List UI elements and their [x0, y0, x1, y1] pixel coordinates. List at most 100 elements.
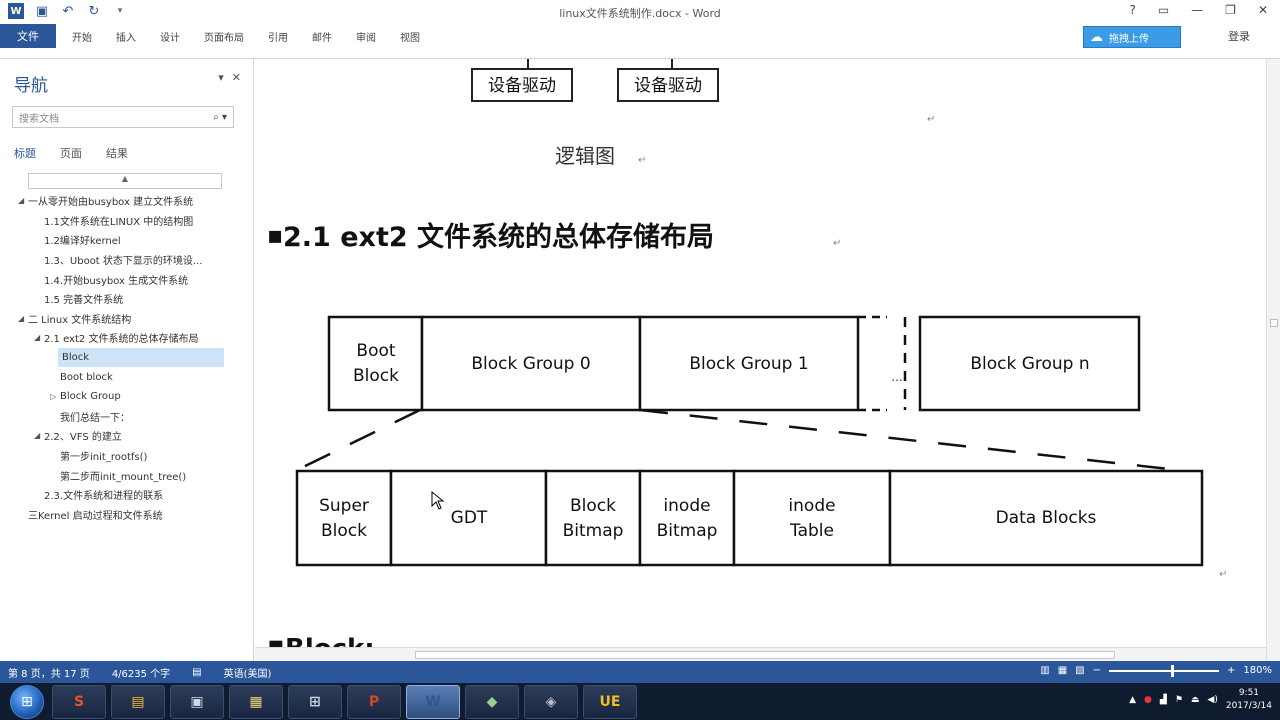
read-mode-icon[interactable]: ▥	[1040, 665, 1049, 676]
paragraph-mark: ↵	[1219, 569, 1227, 580]
nav-heading-label: 第二步而init_mount_tree()	[60, 471, 187, 483]
start-button[interactable]: ⊞	[10, 684, 44, 719]
nav-scroll-up-button[interactable]: ▲	[28, 173, 222, 189]
nav-tab-pages[interactable]: 页面	[60, 145, 82, 161]
nav-tab-results[interactable]: 结果	[106, 145, 128, 161]
print-layout-icon[interactable]: ▦	[1058, 665, 1067, 676]
nav-heading-item[interactable]: Block	[58, 347, 224, 368]
minimize-button[interactable]: —	[1191, 3, 1203, 17]
horizontal-scrollbar[interactable]	[255, 647, 1266, 661]
taskbar-app-explorer-folder[interactable]: ▤	[111, 684, 165, 719]
nav-heading-item[interactable]: 三Kernel 启动过程和文件系统	[0, 505, 254, 525]
ribbon-display-button[interactable]: ▭	[1158, 3, 1169, 17]
close-button[interactable]: ✕	[1258, 3, 1268, 17]
taskbar-app-video[interactable]: ▣	[170, 684, 224, 719]
tab-mailings[interactable]: 邮件	[312, 29, 332, 44]
nav-heading-item[interactable]: ▷ Block Group	[0, 387, 254, 407]
taskbar-app-file-manager[interactable]: ▦	[229, 684, 283, 719]
tray-flag-icon[interactable]: ▲	[1129, 695, 1136, 705]
tray-app-icon[interactable]: ●	[1144, 695, 1152, 705]
scrollbar-thumb[interactable]	[1270, 319, 1278, 327]
collapse-arrow-icon[interactable]: ◢	[34, 431, 44, 440]
tab-file[interactable]: 文件	[0, 24, 56, 48]
vertical-scrollbar[interactable]	[1266, 59, 1280, 661]
document-area[interactable]: 设备驱动 设备驱动 ↵ 逻辑图 ↵ ▪ 2.1 ext2 文件系统的总体存储布局…	[255, 59, 1266, 661]
nav-options-icon[interactable]: ▾	[218, 71, 224, 84]
boot-block-label-2: Block	[353, 366, 399, 386]
block-bitmap-cell	[544, 469, 642, 567]
tab-home[interactable]: 开始	[72, 29, 92, 44]
nav-search-placeholder: 搜索文档	[19, 113, 59, 125]
help-button[interactable]: ?	[1129, 3, 1135, 17]
sign-in-link[interactable]: 登录	[1228, 28, 1250, 44]
heading-bullet: ▪	[267, 221, 283, 249]
nav-tabs: 标题 页面 结果	[14, 145, 128, 161]
nav-heading-item[interactable]: 1.1文件系统在LINUX 中的结构图	[0, 211, 254, 231]
nav-heading-item[interactable]: 1.3、Uboot 状态下显示的环境设...	[0, 250, 254, 270]
nav-heading-item[interactable]: 第二步而init_mount_tree()	[0, 465, 254, 485]
collapse-arrow-icon[interactable]: ◢	[18, 314, 28, 323]
restore-button[interactable]: ❐	[1225, 3, 1236, 17]
language-indicator[interactable]: 英语(美国)	[224, 665, 272, 680]
nav-heading-item[interactable]: 1.4.开始busybox 生成文件系统	[0, 269, 254, 289]
nav-heading-item[interactable]: 第一步init_rootfs()	[0, 446, 254, 466]
clock-date: 2017/3/14	[1225, 701, 1272, 711]
zoom-slider[interactable]	[1109, 664, 1220, 677]
nav-tab-headings[interactable]: 标题	[14, 145, 36, 161]
nav-heading-item[interactable]: ◢ 2.1 ext2 文件系统的总体存储布局	[0, 328, 254, 348]
taskbar-app-network[interactable]: ⊞	[288, 684, 342, 719]
taskbar-app-powerpoint[interactable]: P	[347, 684, 401, 719]
nav-heading-label: Boot block	[60, 371, 113, 383]
zoom-out-button[interactable]: −	[1093, 665, 1101, 676]
nav-heading-item[interactable]: ◢ 2.2、VFS 的建立	[0, 426, 254, 446]
tab-review[interactable]: 审阅	[356, 29, 376, 44]
taskbar-app-word[interactable]: W	[406, 684, 460, 719]
tab-view[interactable]: 视图	[400, 29, 420, 44]
nav-search-input[interactable]: 搜索文档 ⌕ ▾	[12, 106, 234, 128]
zoom-in-button[interactable]: +	[1227, 665, 1235, 676]
system-tray: ▲ ● ▟ ⚑ ⏏ ◀) 9:51 2017/3/14	[1129, 687, 1272, 713]
nav-heading-label: 第一步init_rootfs()	[60, 452, 148, 464]
nav-heading-item[interactable]: Boot block	[0, 367, 254, 387]
nav-heading-item[interactable]: 1.2编译好kernel	[0, 230, 254, 250]
block-bitmap-label-1: Block	[570, 496, 616, 516]
taskbar-app-sogou[interactable]: S	[52, 684, 106, 719]
tab-references[interactable]: 引用	[268, 29, 288, 44]
word-count[interactable]: 4/6235 个字	[112, 665, 170, 680]
search-icon[interactable]: ⌕ ▾	[213, 112, 227, 123]
web-layout-icon[interactable]: ▧	[1075, 665, 1084, 676]
nav-heading-item[interactable]: 1.5 完善文件系统	[0, 289, 254, 309]
tab-insert[interactable]: 插入	[116, 29, 136, 44]
nav-heading-item[interactable]: 我们总结一下：	[0, 407, 254, 427]
zoom-level[interactable]: 180%	[1243, 665, 1272, 676]
expand-arrow-icon[interactable]: ▷	[50, 392, 60, 401]
vm-icon: ◆	[486, 693, 498, 710]
cloud-upload-button[interactable]: ☁ 拖拽上传	[1083, 26, 1181, 48]
tray-network-icon[interactable]: ▟	[1160, 695, 1167, 705]
tray-security-icon[interactable]: ⚑	[1175, 695, 1183, 705]
ultraedit-icon: UE	[599, 693, 621, 710]
clock[interactable]: 9:51 2017/3/14	[1226, 687, 1272, 713]
nav-heading-item[interactable]: ◢ 二 Linux 文件系统结构	[0, 309, 254, 329]
horizontal-scrollbar-thumb[interactable]	[415, 651, 1115, 659]
taskbar-app-vm[interactable]: ◆	[465, 684, 519, 719]
nav-heading-label: 一从零开始由busybox 建立文件系统	[28, 197, 194, 209]
tab-design[interactable]: 设计	[160, 29, 180, 44]
nav-close-icon[interactable]: ✕	[232, 71, 241, 84]
block-group-1-label: Block Group 1	[689, 354, 808, 374]
nav-heading-item[interactable]: 2.3.文件系统和进程的联系	[0, 485, 254, 505]
page-count[interactable]: 第 8 页，共 17 页	[8, 665, 90, 680]
zoom-slider-knob[interactable]	[1170, 664, 1174, 677]
tab-layout[interactable]: 页面布局	[204, 29, 244, 44]
nav-heading-label: 2.1 ext2 文件系统的总体存储布局	[44, 334, 199, 346]
taskbar-app-ultraedit[interactable]: UE	[583, 684, 637, 719]
nav-heading-item[interactable]: ◢ 一从零开始由busybox 建立文件系统	[0, 191, 254, 211]
expansion-line-right	[639, 408, 1170, 471]
tray-usb-icon[interactable]: ⏏	[1191, 695, 1200, 705]
tray-volume-icon[interactable]: ◀)	[1207, 695, 1217, 705]
super-block-cell	[295, 469, 393, 567]
collapse-arrow-icon[interactable]: ◢	[18, 196, 28, 205]
proofing-icon[interactable]: ▤	[192, 667, 201, 678]
collapse-arrow-icon[interactable]: ◢	[34, 333, 44, 342]
taskbar-app-vmware[interactable]: ◈	[524, 684, 578, 719]
